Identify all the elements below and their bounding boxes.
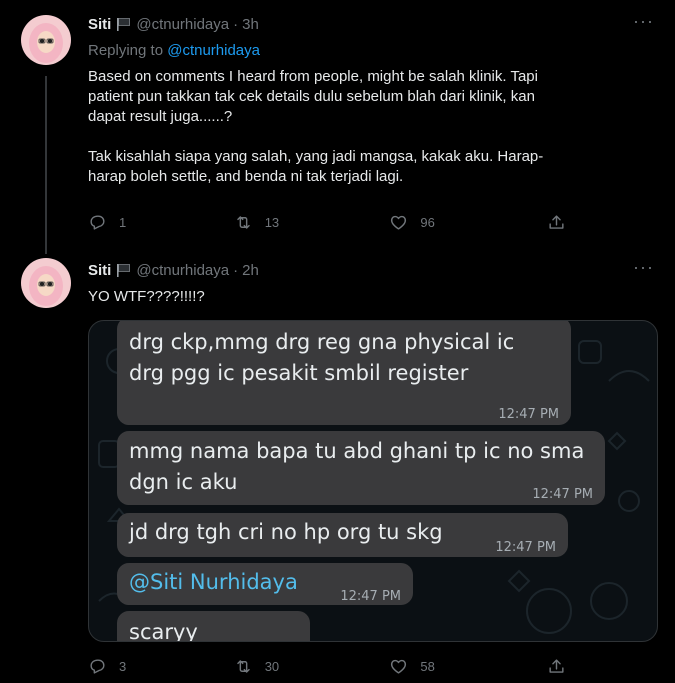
flag-icon <box>116 17 132 32</box>
reply-button[interactable]: 1 <box>88 212 234 232</box>
flag-icon <box>116 263 132 278</box>
chat-bubble: drg ckp,mmg drg reg gna physical ic drg … <box>117 321 571 425</box>
like-button[interactable]: 96 <box>389 212 547 232</box>
timestamp[interactable]: 2h <box>242 262 259 279</box>
share-icon <box>549 658 564 673</box>
chat-bubble: jd drg tgh cri no hp org tu skg 12:47 PM <box>117 513 568 557</box>
replying-to: Replying to @ctnurhidaya <box>88 42 260 59</box>
share-icon <box>549 214 564 229</box>
replying-label: Replying to <box>88 42 164 59</box>
message-time: 12:47 PM <box>495 540 556 555</box>
tweet-actions: 3 30 58 <box>88 656 578 676</box>
retweet-count: 13 <box>264 214 280 230</box>
like-button[interactable]: 58 <box>389 656 547 676</box>
tweet-actions: 1 13 96 <box>88 212 578 232</box>
user-handle[interactable]: @ctnurhidaya <box>136 16 229 33</box>
text-line: dapat result juga......? <box>88 108 233 125</box>
display-name[interactable]: Siti <box>88 262 111 279</box>
more-options-icon[interactable]: ··· <box>633 12 653 36</box>
message-text: dgn ic aku <box>129 470 238 494</box>
share-button[interactable] <box>547 212 578 232</box>
separator: · <box>233 15 239 33</box>
heart-icon <box>391 215 407 230</box>
display-name[interactable]: Siti <box>88 16 111 33</box>
reply-count: 3 <box>119 658 127 674</box>
message-text: mmg nama bapa tu abd ghani tp ic no sma <box>129 439 585 463</box>
retweet-count: 30 <box>264 658 280 674</box>
retweet-icon <box>236 215 250 229</box>
message-time: 12:47 PM <box>498 407 559 422</box>
tweet-header: Siti @ctnurhidaya · 2h <box>88 260 259 280</box>
message-text: drg pgg ic pesakit smbil register <box>129 361 469 385</box>
heart-icon <box>391 659 407 674</box>
mention-link[interactable]: @Siti Nurhidaya <box>129 567 298 598</box>
message-text: jd drg tgh cri no hp org tu skg <box>129 520 443 544</box>
user-handle[interactable]: @ctnurhidaya <box>136 262 229 279</box>
tweet-1[interactable]: Siti @ctnurhidaya · 3h ··· Replying to @… <box>0 0 675 254</box>
reply-count: 1 <box>119 214 127 230</box>
retweet-button[interactable]: 30 <box>234 656 390 676</box>
more-options-icon[interactable]: ··· <box>633 258 653 282</box>
like-count: 96 <box>420 214 435 230</box>
replying-handle[interactable]: @ctnurhidaya <box>167 42 260 59</box>
text-line: Tak kisahlah siapa yang salah, yang jadi… <box>88 148 544 165</box>
message-time: 12:47 PM <box>237 632 298 641</box>
share-button[interactable] <box>547 656 578 676</box>
retweet-icon <box>236 659 250 673</box>
retweet-button[interactable]: 13 <box>234 212 390 232</box>
text-line: harap boleh settle, and benda ni tak ter… <box>88 168 404 185</box>
reply-icon <box>90 214 105 230</box>
chat-bubble: scaryy 12:47 PM <box>117 611 310 642</box>
message-text: scaryy <box>129 620 198 642</box>
text-line: Based on comments I heard from people, m… <box>88 68 538 85</box>
message-time: 12:47 PM <box>340 589 401 604</box>
separator: · <box>233 261 239 279</box>
tweet-header: Siti @ctnurhidaya · 3h <box>88 14 259 34</box>
reply-button[interactable]: 3 <box>88 656 234 676</box>
chat-bubble: @Siti Nurhidaya 12:47 PM <box>117 563 413 605</box>
message-text: drg ckp,mmg drg reg gna physical ic <box>129 330 515 354</box>
tweet-text: Based on comments I heard from people, m… <box>88 67 658 187</box>
thread-line <box>45 76 47 254</box>
text-line: patient pun takkan tak cek details dulu … <box>88 88 535 105</box>
avatar[interactable] <box>21 258 71 308</box>
like-count: 58 <box>420 658 435 674</box>
chat-bubble: mmg nama bapa tu abd ghani tp ic no sma … <box>117 431 605 505</box>
timestamp[interactable]: 3h <box>242 16 259 33</box>
tweet-image[interactable]: drg ckp,mmg drg reg gna physical ic drg … <box>88 320 658 642</box>
reply-icon <box>90 658 105 674</box>
message-time: 12:47 PM <box>532 487 593 502</box>
avatar[interactable] <box>21 15 71 65</box>
tweet-text: YO WTF????!!!!? <box>88 288 205 305</box>
